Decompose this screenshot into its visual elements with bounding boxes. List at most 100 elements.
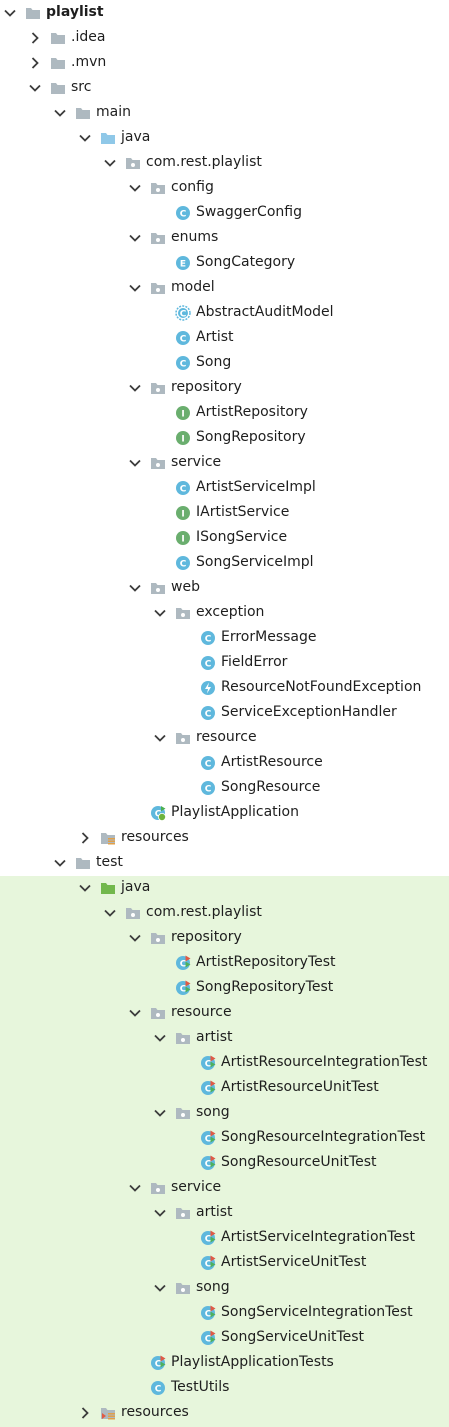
tree-file-row[interactable]: C SwaggerConfig	[0, 200, 449, 225]
chevron-down-icon[interactable]	[3, 6, 17, 20]
tree-file-row[interactable]: C ArtistServiceImpl	[0, 475, 449, 500]
chevron-right-icon[interactable]	[28, 31, 42, 45]
tree-file-row[interactable]: C ArtistRepositoryTest	[0, 950, 449, 975]
tree-folder-row[interactable]: enums	[0, 225, 449, 250]
tree-folder-row[interactable]: repository	[0, 375, 449, 400]
tree-folder-row[interactable]: repository	[0, 925, 449, 950]
package-icon	[150, 930, 166, 946]
tree-file-row[interactable]: C Artist	[0, 325, 449, 350]
tree-folder-row[interactable]: java	[0, 875, 449, 900]
tree-file-row[interactable]: C SongResourceIntegrationTest	[0, 1125, 449, 1150]
tree-item-label: ResourceNotFoundException	[221, 679, 422, 695]
tree-file-row[interactable]: C SongServiceUnitTest	[0, 1325, 449, 1350]
tree-file-row[interactable]: C ServiceExceptionHandler	[0, 700, 449, 725]
chevron-down-icon[interactable]	[53, 106, 67, 120]
chevron-down-icon[interactable]	[153, 731, 167, 745]
chevron-down-icon[interactable]	[128, 181, 142, 195]
tree-file-row[interactable]: C ArtistResourceUnitTest	[0, 1075, 449, 1100]
chevron-down-icon[interactable]	[128, 281, 142, 295]
tree-folder-row[interactable]: resource	[0, 1000, 449, 1025]
chevron-down-icon[interactable]	[153, 1281, 167, 1295]
chevron-down-icon[interactable]	[153, 1106, 167, 1120]
tree-folder-row[interactable]: config	[0, 175, 449, 200]
chevron-down-icon[interactable]	[153, 1206, 167, 1220]
tree-file-row[interactable]: C ArtistResourceIntegrationTest	[0, 1050, 449, 1075]
tree-file-row[interactable]: C SongResourceUnitTest	[0, 1150, 449, 1175]
tree-file-row[interactable]: C TestUtils	[0, 1375, 449, 1400]
tree-file-row[interactable]: I ArtistRepository	[0, 400, 449, 425]
chevron-down-icon[interactable]	[153, 1031, 167, 1045]
tree-folder-row[interactable]: resources	[0, 1400, 449, 1425]
tree-file-row[interactable]: E SongCategory	[0, 250, 449, 275]
chevron-right-icon[interactable]	[78, 831, 92, 845]
package-icon	[175, 1280, 191, 1296]
tree-folder-row[interactable]: web	[0, 575, 449, 600]
tree-file-row[interactable]: C PlaylistApplication	[0, 800, 449, 825]
tree-folder-row[interactable]: .idea	[0, 25, 449, 50]
tree-file-row[interactable]: C ErrorMessage	[0, 625, 449, 650]
tree-folder-row[interactable]: com.rest.playlist	[0, 900, 449, 925]
tree-folder-row[interactable]: service	[0, 1175, 449, 1200]
tree-file-row[interactable]: C SongServiceImpl	[0, 550, 449, 575]
tree-folder-row[interactable]: resource	[0, 725, 449, 750]
chevron-down-icon[interactable]	[128, 581, 142, 595]
folder-icon	[50, 30, 66, 46]
tree-item-label: ArtistRepository	[196, 404, 308, 420]
tree-folder-row[interactable]: main	[0, 100, 449, 125]
tree-file-row[interactable]: C Song	[0, 350, 449, 375]
chevron-down-icon[interactable]	[78, 131, 92, 145]
tree-folder-row[interactable]: resources	[0, 825, 449, 850]
chevron-down-icon[interactable]	[128, 931, 142, 945]
tree-file-row[interactable]: C SongRepositoryTest	[0, 975, 449, 1000]
tree-folder-row[interactable]: playlist	[0, 0, 449, 25]
tree-item-label: artist	[196, 1029, 233, 1045]
tree-item-label: ArtistServiceIntegrationTest	[221, 1229, 415, 1245]
tree-folder-row[interactable]: java	[0, 125, 449, 150]
tree-file-row[interactable]: C SongResource	[0, 775, 449, 800]
chevron-down-icon[interactable]	[53, 856, 67, 870]
tree-folder-row[interactable]: test	[0, 850, 449, 875]
tree-file-row[interactable]: C ArtistServiceUnitTest	[0, 1250, 449, 1275]
tree-item-label: ISongService	[196, 529, 288, 545]
tree-item-label: ArtistServiceUnitTest	[221, 1254, 367, 1270]
tree-file-row[interactable]: ResourceNotFoundException	[0, 675, 449, 700]
tree-folder-row[interactable]: service	[0, 450, 449, 475]
tree-folder-row[interactable]: src	[0, 75, 449, 100]
chevron-down-icon[interactable]	[128, 1006, 142, 1020]
tree-file-row[interactable]: C PlaylistApplicationTests	[0, 1350, 449, 1375]
tree-file-row[interactable]: C ArtistResource	[0, 750, 449, 775]
chevron-right-icon[interactable]	[28, 56, 42, 70]
tree-folder-row[interactable]: artist	[0, 1200, 449, 1225]
chevron-down-icon[interactable]	[128, 381, 142, 395]
tree-item-label: Artist	[196, 329, 234, 345]
tree-item-label: ArtistResourceUnitTest	[221, 1079, 379, 1095]
tree-file-row[interactable]: I ISongService	[0, 525, 449, 550]
tree-folder-row[interactable]: artist	[0, 1025, 449, 1050]
tree-file-row[interactable]: C FieldError	[0, 650, 449, 675]
tree-item-label: IArtistService	[196, 504, 290, 520]
tree-folder-row[interactable]: exception	[0, 600, 449, 625]
chevron-down-icon[interactable]	[128, 456, 142, 470]
tree-item-label: artist	[196, 1204, 233, 1220]
tree-file-row[interactable]: C SongServiceIntegrationTest	[0, 1300, 449, 1325]
chevron-down-icon[interactable]	[103, 906, 117, 920]
chevron-down-icon[interactable]	[128, 1181, 142, 1195]
tree-folder-row[interactable]: song	[0, 1275, 449, 1300]
tree-file-row[interactable]: C AbstractAuditModel	[0, 300, 449, 325]
tree-folder-row[interactable]: com.rest.playlist	[0, 150, 449, 175]
tree-folder-row[interactable]: .mvn	[0, 50, 449, 75]
tree-item-label: com.rest.playlist	[146, 154, 262, 170]
tree-item-label: enums	[171, 229, 219, 245]
tree-file-row[interactable]: I SongRepository	[0, 425, 449, 450]
chevron-down-icon[interactable]	[78, 881, 92, 895]
tree-file-row[interactable]: I IArtistService	[0, 500, 449, 525]
tree-file-row[interactable]: C ArtistServiceIntegrationTest	[0, 1225, 449, 1250]
tree-folder-row[interactable]: model	[0, 275, 449, 300]
tree-folder-row[interactable]: song	[0, 1100, 449, 1125]
chevron-down-icon[interactable]	[153, 606, 167, 620]
chevron-down-icon[interactable]	[128, 231, 142, 245]
package-icon	[150, 180, 166, 196]
chevron-right-icon[interactable]	[78, 1406, 92, 1420]
chevron-down-icon[interactable]	[28, 81, 42, 95]
chevron-down-icon[interactable]	[103, 156, 117, 170]
